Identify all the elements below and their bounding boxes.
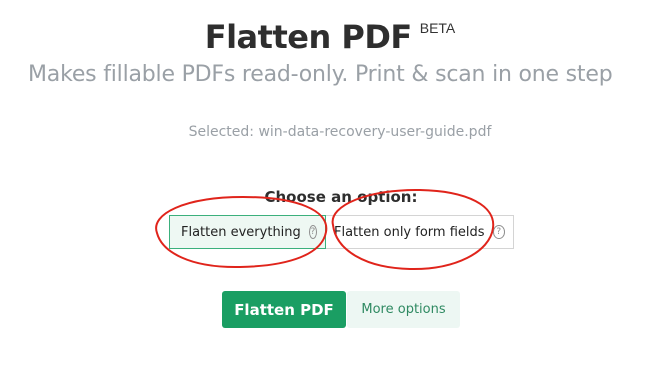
- selected-file-text: Selected: win-data-recovery-user-guide.p…: [188, 124, 492, 140]
- flatten-pdf-page: Flatten PDF BETA Makes fillable PDFs read…: [0, 0, 660, 370]
- action-buttons: Flatten PDF More options: [222, 291, 460, 328]
- choose-option-label: Choose an option:: [264, 188, 418, 206]
- flatten-pdf-button[interactable]: Flatten PDF: [222, 291, 346, 328]
- option-flatten-everything[interactable]: Flatten everything ?: [169, 215, 326, 249]
- option-flatten-form-fields-label: Flatten only form fields: [334, 224, 485, 240]
- option-flatten-form-fields[interactable]: Flatten only form fields ?: [326, 215, 514, 249]
- question-circle-icon[interactable]: ?: [308, 225, 317, 239]
- page-subtitle: Makes fillable PDFs read-only. Print & s…: [28, 62, 613, 87]
- page-title: Flatten PDF: [204, 18, 413, 56]
- question-circle-icon[interactable]: ?: [492, 225, 505, 239]
- option-group: Flatten everything ? Flatten only form f…: [169, 215, 514, 249]
- option-flatten-everything-label: Flatten everything: [181, 224, 301, 240]
- beta-badge: BETA: [419, 20, 456, 36]
- title-row: Flatten PDF BETA: [0, 18, 660, 56]
- more-options-button[interactable]: More options: [347, 291, 460, 328]
